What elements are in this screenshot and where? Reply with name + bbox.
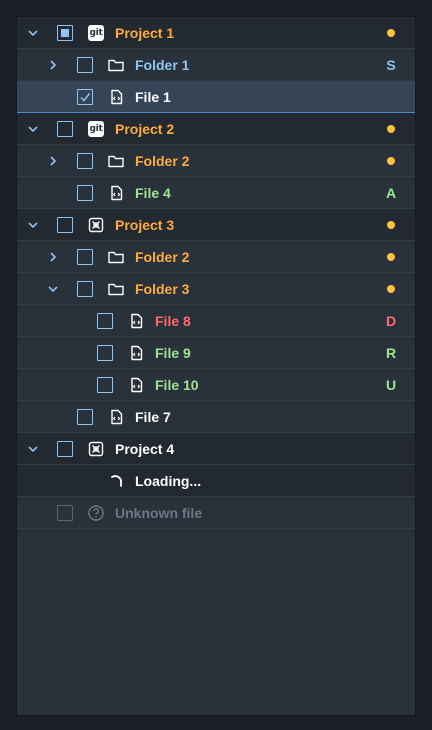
code-file-icon [127, 376, 145, 394]
chevron-down-icon[interactable] [25, 209, 41, 241]
status-badge: A [385, 185, 397, 201]
checkbox[interactable] [77, 57, 93, 73]
status-badge: R [385, 345, 397, 361]
chevron-down-icon[interactable] [45, 273, 61, 305]
tree-row-file-10[interactable]: File 10 U [17, 369, 415, 401]
code-file-icon [107, 88, 125, 106]
modified-dot [387, 221, 395, 229]
tree-row-loading: Loading... [17, 465, 415, 497]
tree-row-label: Folder 2 [135, 153, 190, 169]
box-x-icon [87, 216, 105, 234]
tree-row-label: File 7 [135, 409, 171, 425]
tree-row-project-1[interactable]: git Project 1 [17, 17, 415, 49]
tree-row-file-4[interactable]: File 4 A [17, 177, 415, 209]
tree-row-label: Project 4 [115, 441, 175, 457]
checkbox[interactable] [77, 249, 93, 265]
tree-row-folder-3[interactable]: Folder 3 [17, 273, 415, 305]
modified-dot [387, 125, 395, 133]
checkbox[interactable] [77, 409, 93, 425]
tree-row-label: Project 3 [115, 217, 175, 233]
chevron-down-icon[interactable] [25, 17, 41, 49]
tree-row-project-4[interactable]: Project 4 [17, 433, 415, 465]
tree-row-label: Project 2 [115, 121, 175, 137]
box-x-icon [87, 440, 105, 458]
modified-dot [387, 253, 395, 261]
checkbox[interactable] [57, 441, 73, 457]
checkbox[interactable] [57, 217, 73, 233]
chevron-down-icon[interactable] [25, 433, 41, 465]
chevron-right-icon[interactable] [45, 49, 61, 81]
checkbox[interactable] [77, 185, 93, 201]
tree-row-file-1[interactable]: File 1 [17, 81, 415, 113]
tree-row-label: File 9 [155, 345, 191, 361]
folder-icon [107, 56, 125, 74]
tree-row-label: File 10 [155, 377, 199, 393]
checkbox-partial[interactable] [57, 25, 73, 41]
tree-row-label: Unknown file [115, 505, 203, 521]
tree-row-label: Folder 3 [135, 281, 190, 297]
code-file-icon [107, 408, 125, 426]
tree-row-label: File 4 [135, 185, 171, 201]
modified-dot [387, 285, 395, 293]
loading-text: Loading... [135, 473, 202, 489]
code-file-icon [107, 184, 125, 202]
code-file-icon [127, 344, 145, 362]
tree-row-file-8[interactable]: File 8 D [17, 305, 415, 337]
tree-row-project-2[interactable]: git Project 2 [17, 113, 415, 145]
tree-row-unknown-file: Unknown file [17, 497, 415, 529]
git-icon: git [88, 121, 104, 137]
tree-row-label: Project 1 [115, 25, 175, 41]
chevron-down-icon[interactable] [25, 113, 41, 145]
tree-row-file-7[interactable]: File 7 [17, 401, 415, 433]
checkbox[interactable] [97, 313, 113, 329]
tree-row-label: File 1 [135, 89, 171, 105]
folder-icon [107, 152, 125, 170]
checkbox[interactable] [97, 377, 113, 393]
folder-icon [107, 280, 125, 298]
checkbox[interactable] [97, 345, 113, 361]
modified-dot [387, 29, 395, 37]
tree-row-label: Folder 2 [135, 249, 190, 265]
checkbox[interactable] [57, 121, 73, 137]
tree-row-folder-2[interactable]: Folder 2 [17, 145, 415, 177]
tree-row-label: File 8 [155, 313, 191, 329]
tree-row-folder-1[interactable]: Folder 1 S [17, 49, 415, 81]
chevron-right-icon[interactable] [45, 241, 61, 273]
git-icon: git [88, 25, 104, 41]
status-badge: S [386, 57, 396, 73]
status-badge: D [385, 313, 397, 329]
checkbox[interactable] [77, 281, 93, 297]
checkbox-disabled [57, 505, 73, 521]
question-circle-icon [87, 504, 105, 522]
tree-row-project-3[interactable]: Project 3 [17, 209, 415, 241]
folder-icon [107, 248, 125, 266]
status-badge: U [385, 377, 397, 393]
chevron-right-icon[interactable] [45, 145, 61, 177]
checkbox[interactable] [77, 153, 93, 169]
spinner-icon [107, 472, 125, 490]
tree-row-folder-2b[interactable]: Folder 2 [17, 241, 415, 273]
source-control-tree: git Project 1 Folder 1 S File 1 git Proj… [16, 16, 416, 716]
modified-dot [387, 157, 395, 165]
tree-row-file-9[interactable]: File 9 R [17, 337, 415, 369]
code-file-icon [127, 312, 145, 330]
checkbox-checked[interactable] [77, 89, 93, 105]
tree-row-label: Folder 1 [135, 57, 190, 73]
